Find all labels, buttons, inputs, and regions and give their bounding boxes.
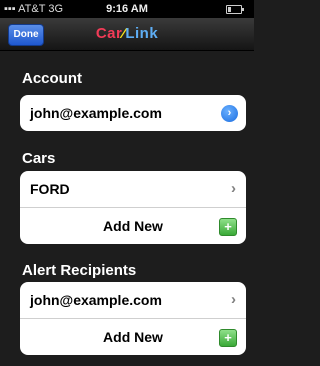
chevron-right-icon: ›: [231, 291, 236, 308]
add-recipient-row[interactable]: Add New +: [20, 318, 246, 355]
status-bar: ▪▪▪ AT&T 3G 9:16 AM: [0, 0, 254, 18]
cars-group: FORD › Add New +: [20, 171, 246, 244]
account-email: john@example.com: [30, 105, 162, 121]
alert-recipients-group: john@example.com › Add New +: [20, 282, 246, 355]
add-icon[interactable]: +: [219, 218, 237, 236]
carlink-logo: Car⁄Link: [0, 25, 254, 43]
add-recipient-label: Add New: [103, 329, 163, 345]
car-row-ford[interactable]: FORD ›: [20, 171, 246, 207]
recipient-email: john@example.com: [30, 292, 162, 308]
add-car-row[interactable]: Add New +: [20, 207, 246, 244]
add-car-label: Add New: [103, 218, 163, 234]
add-icon[interactable]: +: [219, 329, 237, 347]
recipient-row[interactable]: john@example.com ›: [20, 282, 246, 318]
chevron-right-icon: ›: [231, 180, 236, 197]
account-section-title: Account: [22, 70, 82, 87]
cars-section-title: Cars: [22, 150, 56, 167]
logo-car-text: Car: [95, 25, 123, 42]
account-group: john@example.com ›: [20, 95, 246, 131]
disclosure-icon[interactable]: ›: [221, 105, 238, 122]
account-email-row[interactable]: john@example.com ›: [20, 95, 246, 131]
navigation-bar: Done Car⁄Link: [0, 18, 254, 51]
battery-icon: [226, 5, 244, 14]
car-label: FORD: [30, 181, 70, 197]
alert-recipients-section-title: Alert Recipients: [22, 262, 137, 279]
status-time: 9:16 AM: [106, 3, 148, 15]
logo-link-text: Link: [125, 25, 159, 42]
